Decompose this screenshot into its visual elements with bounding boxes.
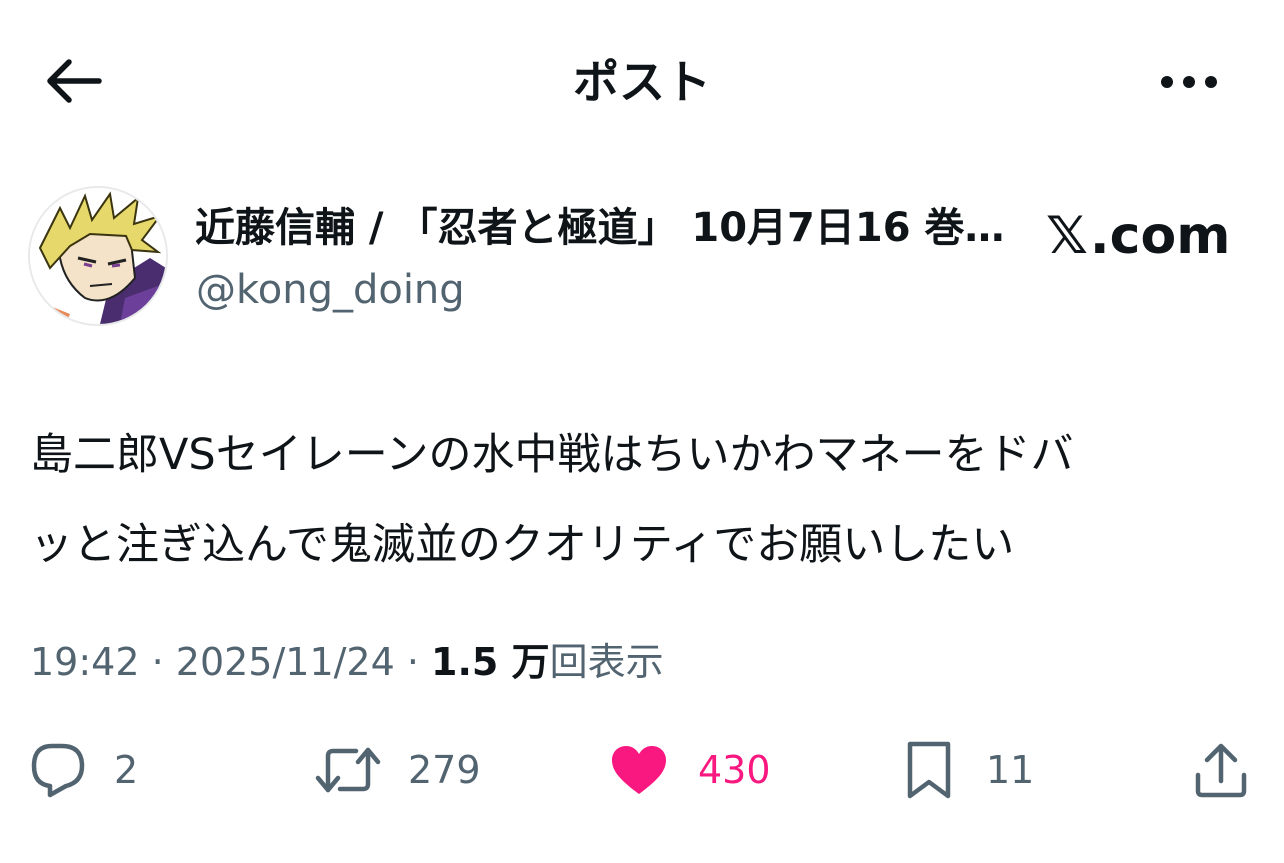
views-label: 回表示	[549, 640, 664, 684]
heart-icon	[612, 746, 666, 794]
more-options-button[interactable]	[1154, 54, 1224, 110]
action-bar: 2 279 430 11	[0, 730, 1284, 810]
share-button[interactable]	[1194, 730, 1248, 810]
tweet-meta: 19:42 · 2025/11/24 · 1.5 万回表示	[30, 634, 664, 690]
author-name[interactable]: 近藤信輔 / 「忍者と極道」 10月7日16 巻…	[195, 202, 1015, 254]
tweet-date[interactable]: 2025/11/24	[176, 640, 395, 684]
repost-count: 279	[408, 748, 481, 792]
like-button[interactable]: 430	[610, 730, 771, 810]
more-icon	[1161, 76, 1217, 88]
author-block: 近藤信輔 / 「忍者と極道」 10月7日16 巻… @kong_doing 𝕏 …	[0, 180, 1284, 330]
x-logo-icon: 𝕏	[1046, 206, 1088, 266]
top-bar: ポスト	[0, 0, 1284, 160]
reply-count: 2	[114, 748, 139, 792]
reply-icon	[31, 743, 85, 798]
avatar[interactable]	[28, 186, 168, 326]
bookmark-count: 11	[986, 748, 1035, 792]
tweet-time[interactable]: 19:42	[30, 640, 140, 684]
tweet-text: 島二郎VSセイレーンの水中戦はちいかわマネーをドバ ッと注ぎ込んで鬼滅並のクオリ…	[30, 410, 1260, 590]
reply-button[interactable]: 2	[28, 730, 138, 810]
x-com-logo: 𝕏 .com	[1046, 204, 1230, 268]
avatar-illustration	[30, 188, 166, 324]
repost-button[interactable]: 279	[314, 730, 481, 810]
share-icon	[1195, 743, 1247, 798]
repost-icon	[315, 747, 381, 793]
meta-separator: ·	[394, 640, 432, 684]
tweet-line: 島二郎VSセイレーンの水中戦はちいかわマネーをドバ	[30, 430, 1074, 480]
brand-domain: .com	[1089, 206, 1231, 266]
tweet-line: ッと注ぎ込んで鬼滅並のクオリティでお願いしたい	[30, 520, 1015, 570]
views-count[interactable]: 1.5 万	[431, 640, 550, 684]
bookmark-icon	[907, 741, 951, 799]
meta-separator: ·	[139, 640, 176, 684]
like-count: 430	[698, 748, 771, 792]
bookmark-button[interactable]: 11	[906, 730, 1034, 810]
page-title: ポスト	[573, 55, 711, 109]
author-handle[interactable]: @kong_doing	[196, 264, 465, 316]
